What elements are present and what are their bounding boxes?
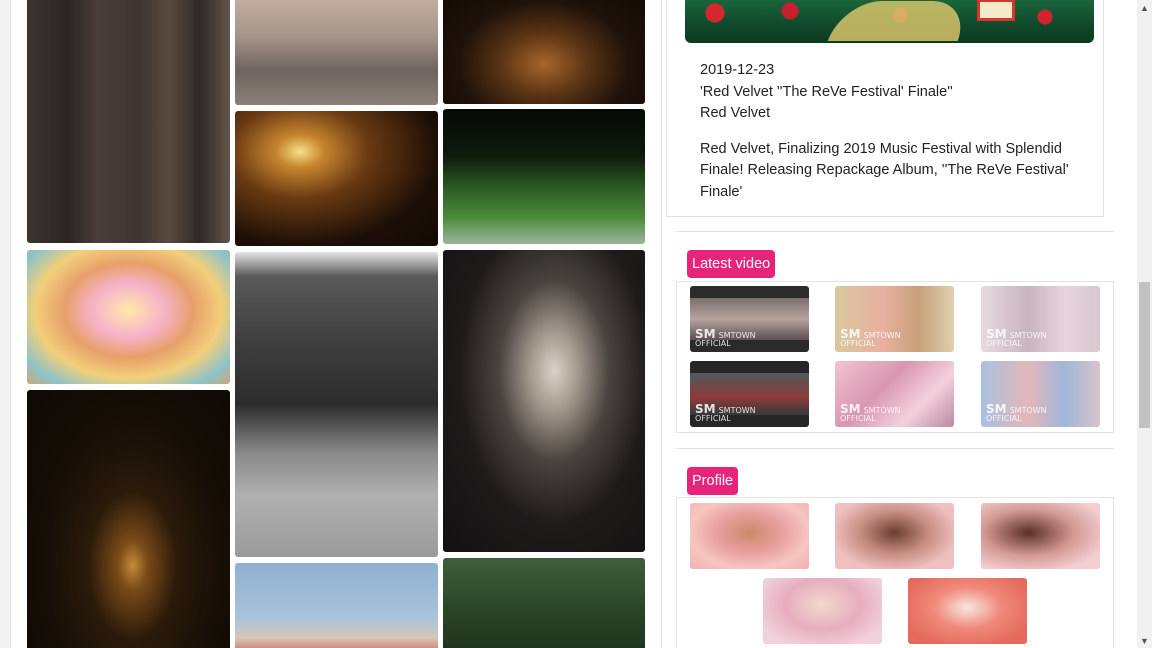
smtown-watermark: SM SMTOWN OFFICIAL <box>840 327 901 348</box>
profile-photo-member[interactable] <box>981 503 1100 569</box>
video-thumbnail[interactable]: SM SMTOWN OFFICIAL <box>981 361 1100 427</box>
gallery-photo-image <box>443 0 645 104</box>
column-divider <box>661 0 662 648</box>
profile-photo-member[interactable] <box>763 578 882 644</box>
gallery-photo-forest-bw[interactable] <box>235 252 438 557</box>
gallery-photo-image <box>235 563 438 648</box>
gallery-photo-trees[interactable] <box>443 558 645 648</box>
news-banner-image[interactable] <box>685 0 1094 43</box>
gallery-photo-image <box>235 111 438 246</box>
video-thumbnail[interactable]: SM SMTOWN OFFICIAL <box>690 286 809 352</box>
section-divider <box>676 448 1114 449</box>
smtown-watermark: SM SMTOWN OFFICIAL <box>695 402 756 423</box>
gallery-photo-image <box>443 109 645 244</box>
video-thumbnail[interactable]: SM SMTOWN OFFICIAL <box>690 361 809 427</box>
gallery-photo-night-field[interactable] <box>27 390 230 648</box>
section-divider <box>676 231 1114 232</box>
profile-grid <box>676 497 1114 648</box>
gallery-photo-image <box>27 0 230 243</box>
gallery-photo-lantern[interactable] <box>443 250 645 552</box>
gallery-photo-image <box>443 558 645 648</box>
gallery-photo-image <box>27 390 230 648</box>
gallery-photo-green-field[interactable] <box>443 109 645 244</box>
video-thumbnail[interactable]: SM SMTOWN OFFICIAL <box>835 361 954 427</box>
gallery-photo-group[interactable] <box>27 0 230 243</box>
smtown-watermark: SM SMTOWN OFFICIAL <box>986 402 1047 423</box>
gallery-photo-image <box>235 0 438 105</box>
gallery-photo-flower-dress[interactable] <box>443 0 645 104</box>
video-thumbnail[interactable]: SM SMTOWN OFFICIAL <box>981 286 1100 352</box>
scroll-down-arrow-icon[interactable]: ▼ <box>1137 633 1152 648</box>
smtown-watermark: SM SMTOWN OFFICIAL <box>695 327 756 348</box>
gallery-photo-image <box>27 250 230 384</box>
gallery-photo-lamp[interactable] <box>235 111 438 246</box>
profile-photo-member[interactable] <box>690 503 809 569</box>
smtown-watermark: SM SMTOWN OFFICIAL <box>986 327 1047 348</box>
profile-photo-member[interactable] <box>908 578 1027 644</box>
gallery-photo-rose[interactable] <box>235 563 438 648</box>
gallery-photo-image <box>235 252 438 557</box>
scroll-up-arrow-icon[interactable]: ▲ <box>1137 0 1152 15</box>
page-scrollbar[interactable]: ▲ ▼ <box>1137 0 1152 648</box>
smtown-watermark: SM SMTOWN OFFICIAL <box>840 402 901 423</box>
gallery-photo-heart[interactable] <box>27 250 230 384</box>
profile-heading: Profile <box>687 467 739 495</box>
scrollbar-thumb[interactable] <box>1139 282 1150 428</box>
news-text: 2019-12-23 'Red Velvet ''The ReVe Festiv… <box>700 60 1095 203</box>
news-title[interactable]: 'Red Velvet ''The ReVe Festival' Finale'… <box>700 82 1095 104</box>
news-artist: Red Velvet <box>700 105 771 121</box>
gallery-photo-image <box>443 250 645 552</box>
latest-video-heading: Latest video <box>687 250 776 278</box>
news-date: 2019-12-23 <box>700 62 775 78</box>
profile-photo-member[interactable] <box>835 503 954 569</box>
banner-gift <box>977 0 1015 21</box>
video-thumbnail[interactable]: SM SMTOWN OFFICIAL <box>835 286 954 352</box>
news-body: Red Velvet, Finalizing 2019 Music Festiv… <box>700 140 1069 200</box>
gallery-photo-circle-dance[interactable] <box>235 0 438 105</box>
banner-path <box>827 1 973 41</box>
latest-video-grid: SM SMTOWN OFFICIAL SM SMTOWN OFFICIAL SM SMTO… <box>676 281 1114 433</box>
news-card: 2019-12-23 'Red Velvet ''The ReVe Festiv… <box>666 0 1104 217</box>
